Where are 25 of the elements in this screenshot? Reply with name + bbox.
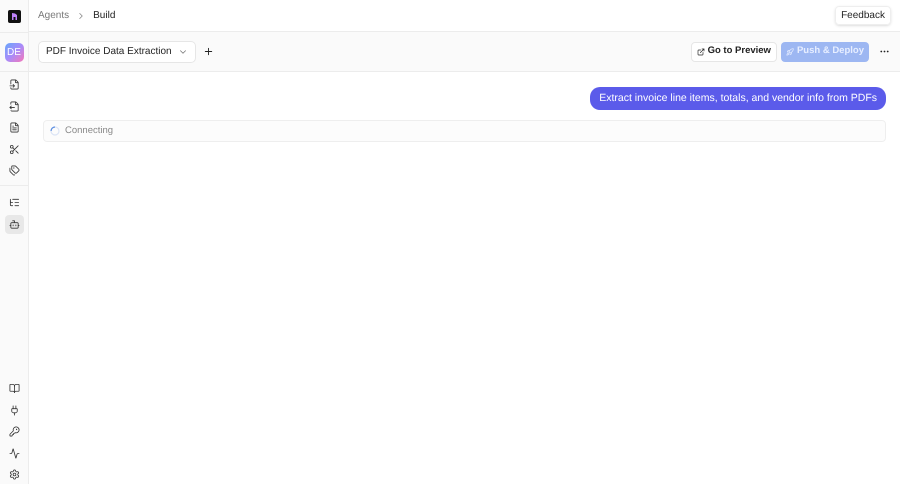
agent-dropdown[interactable]: PDF Invoice Data Extraction	[38, 40, 196, 62]
robot-icon	[8, 218, 20, 230]
file-import-icon	[8, 79, 20, 90]
sidebar-item[interactable]	[4, 214, 24, 234]
rocket-icon	[786, 48, 794, 56]
activity-icon	[8, 448, 20, 458]
tree-icon	[8, 197, 20, 208]
preview-button[interactable]: Go to Preview	[690, 42, 777, 62]
logo-icon	[8, 10, 20, 22]
document-icon	[8, 122, 20, 133]
file-export-icon	[8, 100, 20, 112]
scissors-icon	[8, 144, 20, 154]
settings-icon	[8, 469, 20, 480]
key-icon	[8, 426, 20, 437]
plus-icon	[203, 46, 214, 57]
tags-icon	[8, 165, 20, 176]
spinner-icon	[50, 126, 60, 136]
external-link-icon	[696, 48, 705, 56]
book-icon	[8, 383, 20, 394]
status-text: Connecting	[65, 124, 114, 138]
feedback-button[interactable]: Feedback	[835, 6, 891, 25]
breadcrumb-item[interactable]: Agents	[38, 8, 70, 23]
breadcrumb-item: Build	[93, 9, 116, 23]
plug-icon	[8, 404, 20, 416]
message-bubble: Extract invoice line items, totals, and vendor info from PDFs	[590, 87, 886, 110]
